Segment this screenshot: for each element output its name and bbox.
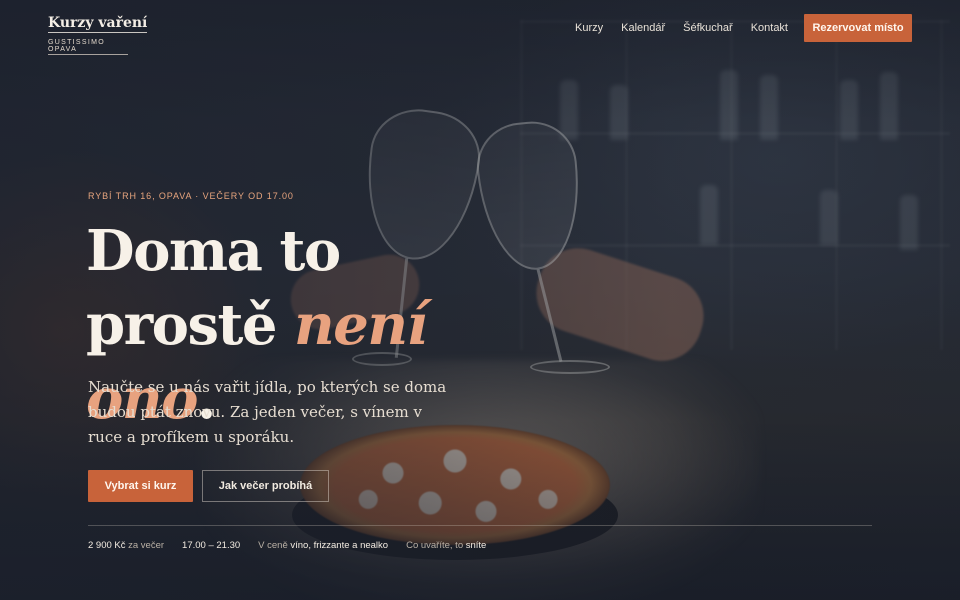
nav-link-sefkuchar[interactable]: Šéfkuchař bbox=[683, 22, 733, 34]
fact-price-unit: za večer bbox=[125, 540, 165, 551]
fact-eat-value: sníte bbox=[465, 540, 487, 551]
headline-line1: Doma to bbox=[86, 218, 341, 284]
brand-logo[interactable]: Kurzy vaření GUSTISSIMO OPAVA bbox=[48, 14, 148, 55]
fact-eat: Co uvaříte, to sníte bbox=[406, 540, 486, 551]
fact-time-value: 17.00 – 21.30 bbox=[182, 540, 241, 551]
fact-price-value: 2 900 Kč bbox=[88, 540, 126, 551]
reserve-button[interactable]: Rezervovat místo bbox=[804, 14, 912, 42]
site-header: Kurzy vaření GUSTISSIMO OPAVA Kurzy Kale… bbox=[0, 0, 960, 60]
main-nav: Kurzy Kalendář Šéfkuchař Kontakt Rezervo… bbox=[557, 14, 912, 42]
fact-price: 2 900 Kč za večer bbox=[88, 540, 164, 551]
nav-link-kurzy[interactable]: Kurzy bbox=[575, 22, 603, 34]
nav-link-kontakt[interactable]: Kontakt bbox=[751, 22, 788, 34]
how-evening-works-button[interactable]: Jak večer probíhá bbox=[202, 470, 329, 502]
facts-divider bbox=[88, 525, 872, 526]
facts-bar: 2 900 Kč za večer 17.00 – 21.30 V ceně v… bbox=[88, 540, 504, 551]
nav-link-kalendar[interactable]: Kalendář bbox=[621, 22, 665, 34]
fact-time: 17.00 – 21.30 bbox=[182, 540, 240, 551]
choose-course-button[interactable]: Vybrat si kurz bbox=[88, 470, 193, 502]
brand-name[interactable]: Kurzy vaření bbox=[48, 15, 148, 33]
brand-subtitle: GUSTISSIMO OPAVA bbox=[48, 39, 128, 55]
hero-lead: Naučte se u nás vařit jídla, po kterých … bbox=[88, 378, 447, 446]
hero-eyebrow: RYBÍ TRH 16, OPAVA · VEČERY OD 17.00 bbox=[88, 191, 294, 201]
fact-included-label: V ceně bbox=[258, 540, 291, 551]
fact-included: V ceně víno, frizzante a nealko bbox=[258, 540, 388, 551]
fact-included-value: víno, frizzante a nealko bbox=[290, 540, 389, 551]
fact-eat-label: Co uvaříte, to bbox=[406, 540, 466, 551]
headline-word: prostě bbox=[86, 292, 278, 358]
